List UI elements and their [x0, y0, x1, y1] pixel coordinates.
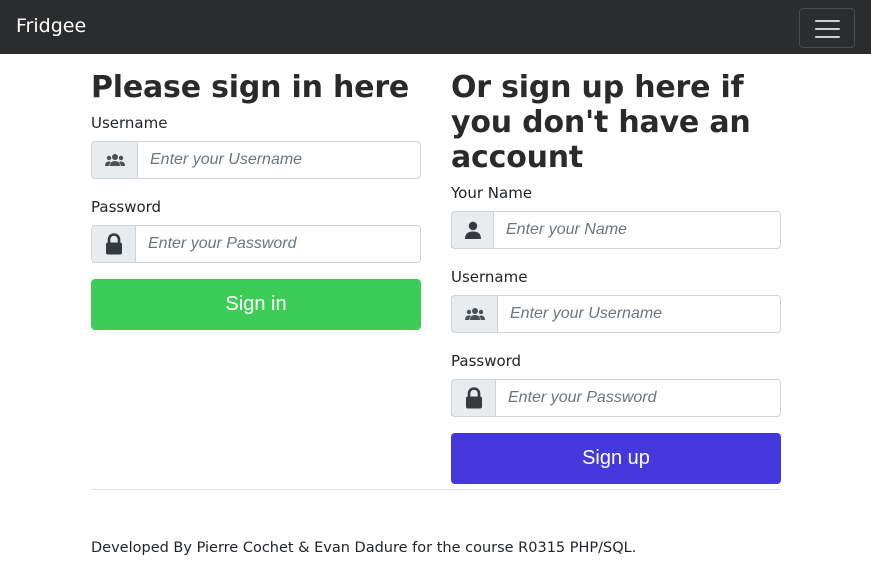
lock-icon: [91, 225, 135, 263]
signup-username-input[interactable]: [497, 295, 781, 333]
signin-password-label: Password: [91, 198, 162, 216]
signup-username-group: [451, 295, 781, 333]
lock-icon: [451, 379, 495, 417]
footer-credits: Developed By Pierre Cochet & Evan Dadure…: [91, 540, 637, 556]
menu-toggle-button[interactable]: [799, 8, 855, 48]
signin-heading: Please sign in here: [91, 70, 410, 105]
signup-button[interactable]: Sign up: [451, 433, 781, 484]
users-icon: [91, 141, 137, 179]
users-icon: [451, 295, 497, 333]
signin-password-group: [91, 225, 421, 263]
signup-password-input[interactable]: [495, 379, 781, 417]
signup-password-label: Password: [451, 352, 522, 370]
signup-form: Or sign up here if you don't have an acc…: [451, 68, 781, 484]
signin-username-group: [91, 141, 421, 179]
signin-username-input[interactable]: [137, 141, 421, 179]
signin-form: Please sign in here Username Password Si…: [91, 68, 421, 330]
signup-name-group: [451, 211, 781, 249]
user-icon: [451, 211, 493, 249]
footer-divider: [91, 489, 781, 490]
signup-password-group: [451, 379, 781, 417]
signup-name-input[interactable]: [493, 211, 781, 249]
signup-name-label: Your Name: [451, 184, 533, 202]
brand-link[interactable]: Fridgee: [16, 14, 86, 38]
signin-username-label: Username: [91, 114, 168, 132]
signin-password-input[interactable]: [135, 225, 421, 263]
signup-username-label: Username: [451, 268, 528, 286]
navbar: Fridgee: [0, 0, 871, 54]
signin-button[interactable]: Sign in: [91, 279, 421, 330]
signup-heading: Or sign up here if you don't have an acc…: [451, 70, 751, 175]
